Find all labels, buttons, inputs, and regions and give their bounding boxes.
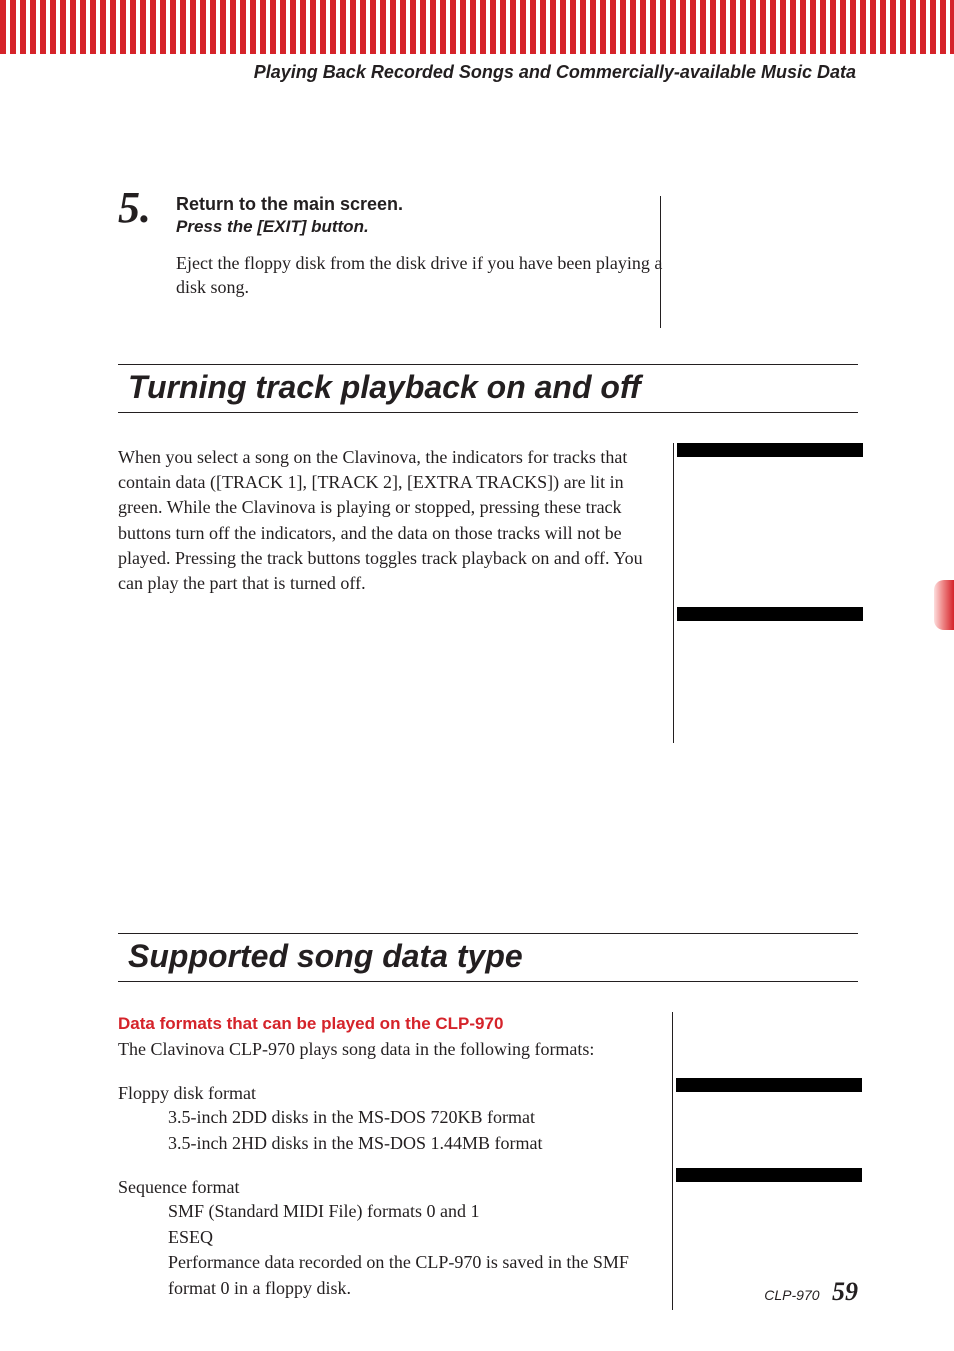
top-red-comb-decoration bbox=[0, 0, 954, 54]
section-body-text: Data formats that can be played on the C… bbox=[118, 1012, 658, 1310]
red-subheading: Data formats that can be played on the C… bbox=[118, 1012, 658, 1035]
section-turning-track-playback: Turning track playback on and off When y… bbox=[118, 364, 858, 743]
sequence-format-list: SMF (Standard MIDI File) formats 0 and 1… bbox=[168, 1199, 658, 1301]
step-5: 5. Return to the main screen. Press the … bbox=[118, 194, 858, 324]
running-header: Playing Back Recorded Songs and Commerci… bbox=[0, 62, 954, 83]
sequence-format-label: Sequence format bbox=[118, 1175, 658, 1200]
note-box-icon bbox=[677, 443, 863, 457]
section1-paragraph: When you select a song on the Clavinova,… bbox=[118, 445, 659, 596]
section-supported-song-data: Supported song data type Data formats th… bbox=[118, 933, 858, 1310]
footer-page-number: 59 bbox=[832, 1277, 858, 1306]
seq-line-1: SMF (Standard MIDI File) formats 0 and 1 bbox=[168, 1199, 658, 1225]
floppy-line-2: 3.5-inch 2HD disks in the MS-DOS 1.44MB … bbox=[168, 1131, 658, 1157]
sidebar-notes-1 bbox=[673, 443, 858, 743]
floppy-format-list: 3.5-inch 2DD disks in the MS-DOS 720KB f… bbox=[168, 1105, 658, 1156]
section-body-text: When you select a song on the Clavinova,… bbox=[118, 443, 659, 743]
section-heading: Turning track playback on and off bbox=[118, 364, 858, 413]
page-edge-tab bbox=[934, 580, 954, 630]
step-title: Return to the main screen. bbox=[176, 194, 674, 215]
note-box-icon bbox=[677, 607, 863, 621]
main-content: 5. Return to the main screen. Press the … bbox=[118, 194, 858, 1310]
step-number: 5. bbox=[118, 182, 151, 233]
page: { "running_header": "Playing Back Record… bbox=[0, 0, 954, 1351]
floppy-format-label: Floppy disk format bbox=[118, 1081, 658, 1106]
sidebar-vertical-rule bbox=[672, 1012, 673, 1310]
section-heading: Supported song data type bbox=[118, 933, 858, 982]
intro-paragraph: The Clavinova CLP-970 plays song data in… bbox=[118, 1037, 658, 1062]
seq-line-3: Performance data recorded on the CLP-970… bbox=[168, 1250, 658, 1301]
sidebar-notes-2 bbox=[672, 1012, 858, 1310]
seq-line-2: ESEQ bbox=[168, 1225, 658, 1251]
footer-model: CLP-970 bbox=[764, 1287, 819, 1303]
floppy-line-1: 3.5-inch 2DD disks in the MS-DOS 720KB f… bbox=[168, 1105, 658, 1131]
sidebar-vertical-rule bbox=[673, 443, 674, 743]
step-paragraph: Eject the floppy disk from the disk driv… bbox=[176, 251, 674, 300]
step-body: Return to the main screen. Press the [EX… bbox=[176, 194, 674, 300]
step-subtitle: Press the [EXIT] button. bbox=[176, 217, 674, 237]
note-box-icon bbox=[676, 1168, 862, 1182]
note-box-icon bbox=[676, 1078, 862, 1092]
page-footer: CLP-970 59 bbox=[764, 1277, 858, 1307]
